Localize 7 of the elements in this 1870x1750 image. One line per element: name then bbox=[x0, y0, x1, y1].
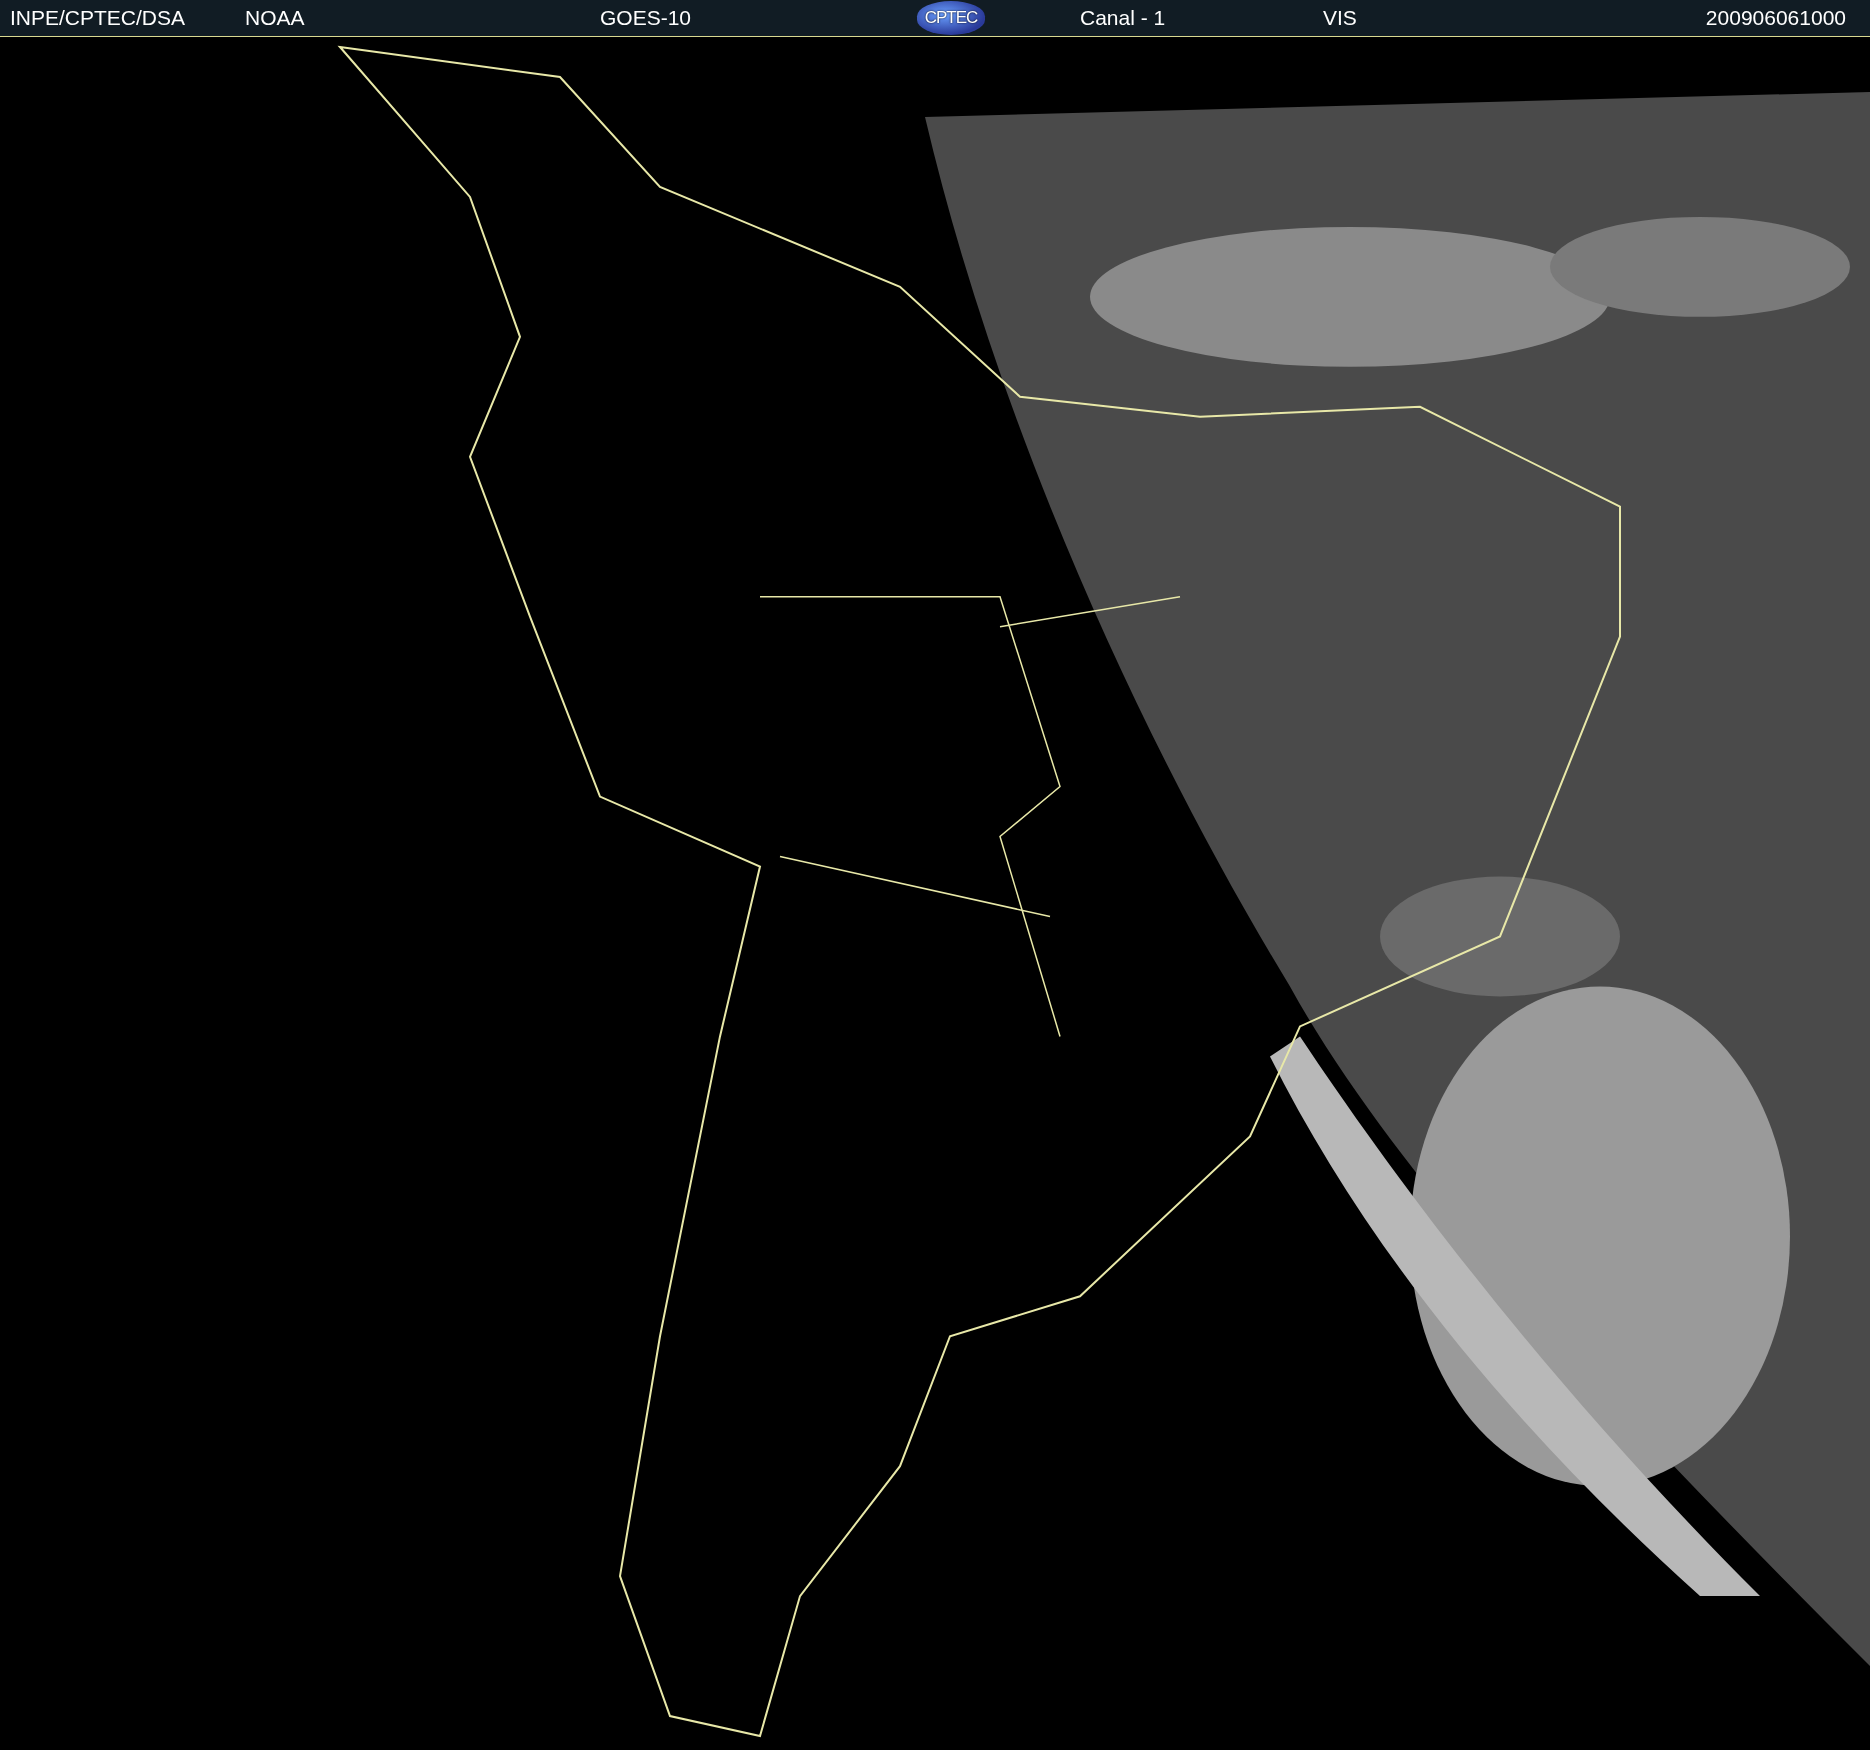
header-label: Canal - 1 bbox=[1080, 5, 1167, 32]
logo: CPTEC bbox=[917, 1, 985, 35]
header-label: GOES-10 bbox=[600, 5, 693, 32]
header-label: INPE/CPTEC/DSA bbox=[9, 5, 187, 32]
header-label: VIS bbox=[1323, 5, 1358, 32]
header-label: NOAA bbox=[245, 5, 306, 32]
header-label: 200906061000 bbox=[1704, 5, 1847, 32]
